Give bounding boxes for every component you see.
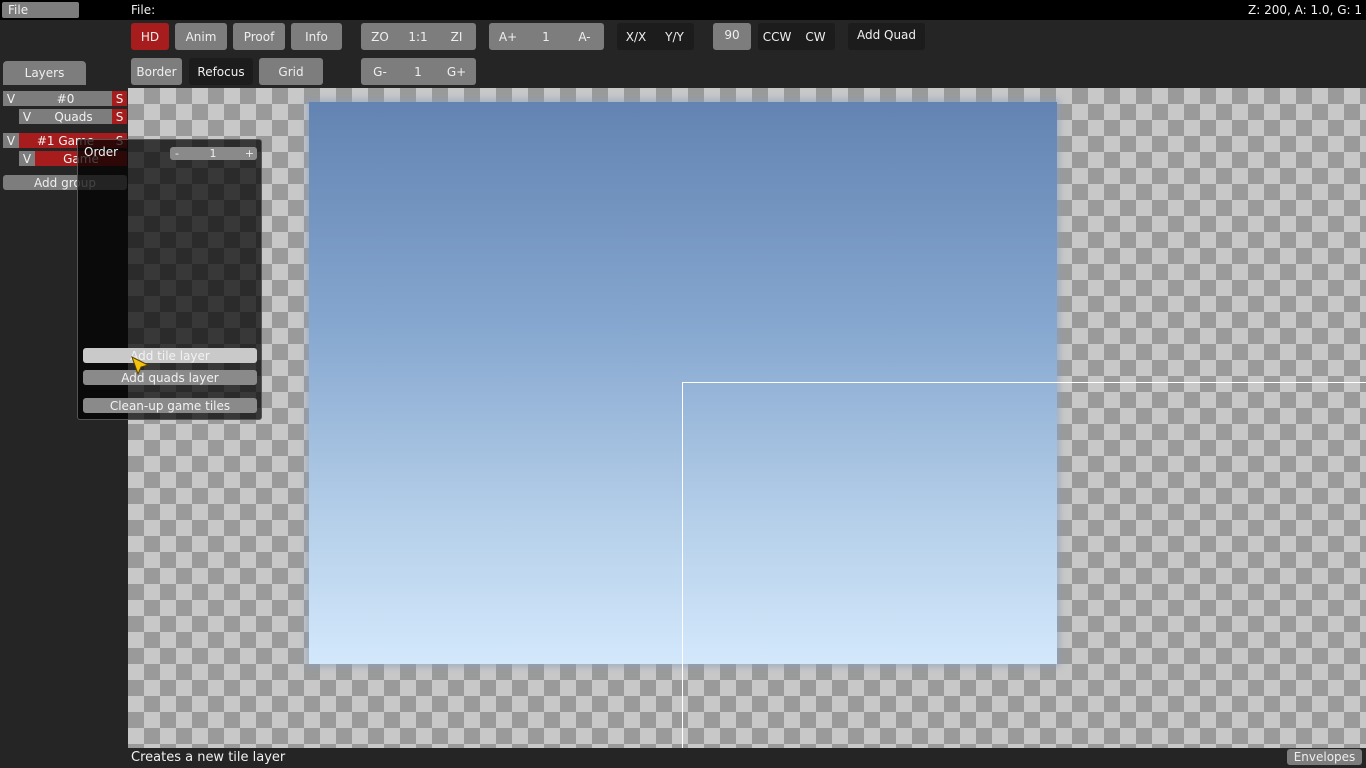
order-increase-button[interactable]: +: [242, 147, 257, 160]
rotate-ccw-button[interactable]: CCW: [758, 23, 796, 50]
group-visibility-toggle[interactable]: V: [3, 91, 19, 106]
anim-speed-group: A+ 1 A-: [489, 23, 604, 50]
grid-less-button[interactable]: G-: [361, 58, 399, 85]
screen-guide-horizontal: [682, 382, 1366, 383]
order-stepper[interactable]: - 1 +: [170, 147, 257, 160]
zoom-group: ZO 1:1 ZI: [361, 23, 476, 50]
add-quads-layer-button[interactable]: Add quads layer: [83, 370, 257, 385]
group-visibility-toggle[interactable]: V: [3, 133, 19, 148]
group-name[interactable]: #0: [19, 91, 112, 106]
file-menu-button[interactable]: File: [2, 2, 79, 18]
refocus-button[interactable]: Refocus: [189, 58, 253, 85]
rotate-cw-button[interactable]: CW: [796, 23, 835, 50]
add-quad-button[interactable]: Add Quad: [848, 23, 925, 50]
order-value: 1: [209, 147, 217, 160]
add-layer-popup: Order - 1 + Add tile layer Add quads lay…: [77, 139, 262, 420]
order-label: Order: [84, 145, 119, 159]
layers-tab[interactable]: Layers: [3, 61, 86, 85]
layer-solo-toggle[interactable]: S: [112, 109, 127, 124]
flip-y-button[interactable]: Y/Y: [655, 23, 694, 50]
cleanup-game-tiles-button[interactable]: Clean-up game tiles: [83, 398, 257, 413]
screen-guide-vertical: [682, 382, 683, 748]
grid-more-button[interactable]: G+: [437, 58, 476, 85]
border-button[interactable]: Border: [131, 58, 182, 85]
menu-bar: [0, 0, 1366, 20]
flip-x-button[interactable]: X/X: [617, 23, 655, 50]
proof-button[interactable]: Proof: [233, 23, 285, 50]
background-quad: [309, 102, 1057, 664]
layer-row[interactable]: V Quads S: [19, 109, 127, 124]
flip-group: X/X Y/Y: [617, 23, 694, 50]
order-decrease-button[interactable]: -: [170, 147, 184, 160]
anim-button[interactable]: Anim: [175, 23, 227, 50]
anim-speed-value: 1: [542, 29, 550, 44]
grid-button[interactable]: Grid: [259, 58, 323, 85]
info-button[interactable]: Info: [291, 23, 342, 50]
anim-faster-button[interactable]: A+: [489, 23, 527, 50]
zoom-status: Z: 200, A: 1.0, G: 1: [1248, 3, 1362, 17]
grid-factor-group: G- 1 G+: [361, 58, 476, 85]
add-tile-layer-button[interactable]: Add tile layer: [83, 348, 257, 363]
group-solo-toggle[interactable]: S: [112, 91, 127, 106]
rotation-amount-field[interactable]: 90: [713, 23, 751, 50]
zoom-out-button[interactable]: ZO: [361, 23, 399, 50]
status-tooltip: Creates a new tile layer: [131, 750, 286, 765]
group-row[interactable]: V #0 S: [3, 91, 127, 106]
rotate-group: CCW CW: [758, 23, 835, 50]
hd-button[interactable]: HD: [131, 23, 169, 50]
envelopes-button[interactable]: Envelopes: [1287, 749, 1362, 765]
layer-name[interactable]: Quads: [35, 109, 112, 124]
mouse-cursor-icon: [131, 355, 150, 375]
grid-factor-value: 1: [414, 64, 422, 79]
zoom-in-button[interactable]: ZI: [437, 23, 476, 50]
map-canvas[interactable]: [128, 88, 1366, 748]
file-name-label: File:: [131, 3, 156, 17]
zoom-reset-button[interactable]: 1:1: [399, 23, 437, 50]
layer-visibility-toggle[interactable]: V: [19, 109, 35, 124]
layer-visibility-toggle[interactable]: V: [19, 151, 35, 166]
anim-slower-button[interactable]: A-: [565, 23, 604, 50]
